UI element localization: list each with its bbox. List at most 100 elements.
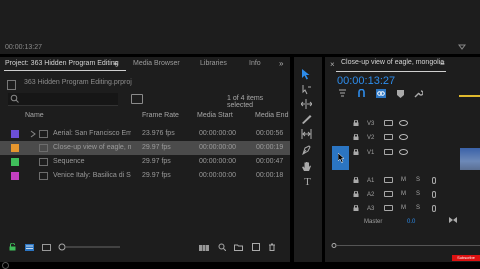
frame-rate: 29.97 fps	[142, 158, 171, 165]
master-label: Master	[364, 219, 383, 225]
solo-button[interactable]: S	[416, 205, 420, 211]
item-name: Close-up view of eagle, mo	[53, 144, 131, 151]
add-marker-icon[interactable]	[397, 90, 404, 98]
label-color-swatch[interactable]	[11, 130, 19, 138]
column-header-media-start[interactable]: Media Start	[197, 112, 233, 119]
search-input[interactable]	[8, 93, 118, 106]
media-end: 00:00:47	[256, 158, 284, 165]
eye-icon[interactable]	[399, 134, 408, 140]
column-header-frame-rate[interactable]: Frame Rate	[142, 112, 179, 119]
panel-menu-icon[interactable]: ≡	[440, 59, 445, 68]
new-bin-button[interactable]	[234, 244, 243, 251]
lock-icon[interactable]	[9, 243, 16, 251]
trash-icon[interactable]	[268, 243, 276, 251]
lock-icon[interactable]	[353, 120, 359, 126]
table-row[interactable]: Aerial: San Francisco Embar 23.976 fps 00:…	[0, 127, 290, 141]
solo-button[interactable]: S	[416, 191, 420, 197]
program-monitor-timecode[interactable]: 00:00:13:27	[5, 44, 42, 51]
ripple-edit-tool-icon[interactable]	[301, 99, 312, 109]
lock-icon[interactable]	[353, 149, 359, 155]
selection-tool-icon[interactable]	[301, 69, 311, 80]
tab-project[interactable]: Project: 363 Hidden Program Editing	[5, 57, 119, 71]
subscribe-badge[interactable]: Subscribe	[452, 255, 480, 261]
tab-sequence[interactable]: Close-up view of eagle, mongolia	[341, 59, 444, 66]
slip-tool-icon[interactable]	[301, 129, 312, 139]
wrench-icon[interactable]	[414, 89, 423, 98]
label-color-swatch[interactable]	[11, 144, 19, 152]
close-icon[interactable]: ×	[330, 60, 335, 69]
razor-tool-icon[interactable]	[301, 114, 312, 124]
panel-menu-icon[interactable]: ≡	[113, 57, 118, 71]
sync-lock-icon[interactable]	[384, 134, 393, 140]
zoom-slider[interactable]	[58, 243, 120, 251]
sync-lock-icon[interactable]	[384, 149, 393, 155]
media-start: 00:00:00:00	[199, 158, 236, 165]
sync-lock-icon[interactable]	[384, 191, 393, 197]
new-item-icon[interactable]	[252, 243, 260, 251]
track-label-a1: A1	[367, 178, 375, 184]
media-start: 00:00:00:00	[199, 130, 236, 137]
column-header-media-end[interactable]: Media End	[255, 112, 288, 119]
more-tabs-icon[interactable]: »	[279, 57, 283, 71]
microphone-icon[interactable]	[432, 205, 436, 212]
media-start: 00:00:00:00	[199, 172, 236, 179]
lock-icon[interactable]	[353, 191, 359, 197]
cursor-icon	[338, 153, 345, 163]
clip-icon	[39, 130, 48, 138]
label-color-swatch[interactable]	[11, 158, 19, 166]
table-row[interactable]: Close-up view of eagle, mo 29.97 fps 00:00…	[0, 141, 290, 155]
lock-icon[interactable]	[353, 134, 359, 140]
master-volume-value[interactable]: 0.0	[407, 219, 415, 225]
hand-tool-icon[interactable]	[301, 161, 312, 172]
mute-button[interactable]: M	[401, 177, 406, 183]
microphone-icon[interactable]	[432, 191, 436, 198]
go-to-in-out-icon[interactable]	[449, 217, 457, 223]
timeline-timecode[interactable]: 00:00:13:27	[337, 75, 395, 87]
sync-lock-icon[interactable]	[384, 120, 393, 126]
media-end: 00:00:18	[256, 172, 284, 179]
frame-rate: 29.97 fps	[142, 172, 171, 179]
label-color-swatch[interactable]	[11, 172, 19, 180]
new-bin-icon[interactable]	[131, 94, 143, 104]
microphone-icon[interactable]	[432, 177, 436, 184]
expand-icon[interactable]	[30, 130, 36, 138]
linked-selection-icon[interactable]	[376, 89, 386, 98]
snap-icon[interactable]	[357, 89, 366, 98]
lock-icon[interactable]	[353, 177, 359, 183]
sync-lock-icon[interactable]	[384, 205, 393, 211]
mute-button[interactable]: M	[401, 205, 406, 211]
project-file-name: 363 Hidden Program Editing.prproj	[24, 79, 132, 86]
tab-info[interactable]: Info	[249, 57, 261, 71]
icon-view-icon[interactable]	[42, 244, 51, 251]
track-label-a2: A2	[367, 192, 375, 198]
tab-media-browser[interactable]: Media Browser	[133, 57, 180, 71]
video-clip-thumbnail[interactable]	[460, 148, 480, 170]
column-header-name[interactable]: Name	[25, 112, 44, 119]
track-label-v3: V3	[367, 121, 375, 127]
clip-icon	[39, 158, 48, 166]
media-end: 00:00:56	[256, 130, 284, 137]
pen-tool-icon[interactable]	[301, 145, 312, 155]
find-icon[interactable]	[218, 243, 226, 251]
lock-icon[interactable]	[353, 205, 359, 211]
frame-rate: 29.97 fps	[142, 144, 171, 151]
eye-icon[interactable]	[399, 120, 408, 126]
work-area-bar[interactable]	[459, 95, 480, 97]
mute-button[interactable]: M	[401, 191, 406, 197]
type-tool-icon[interactable]: T	[302, 177, 313, 188]
automate-to-sequence-icon[interactable]	[199, 244, 209, 251]
table-row[interactable]: Venice Italy: Basilica di San 29.97 fps 00…	[0, 169, 290, 183]
list-view-icon[interactable]	[25, 244, 34, 251]
active-tab-underline	[4, 70, 126, 71]
table-row[interactable]: Sequence 29.97 fps 00:00:00:00 00:00:47	[0, 155, 290, 169]
eye-icon[interactable]	[399, 149, 408, 155]
settings-icon[interactable]	[458, 44, 466, 50]
solo-button[interactable]: S	[416, 177, 420, 183]
track-label-v1: V1	[367, 150, 375, 156]
track-select-tool-icon[interactable]	[301, 85, 312, 95]
nest-toggle-icon[interactable]	[338, 89, 347, 98]
sync-lock-icon[interactable]	[384, 177, 393, 183]
track-label-a3: A3	[367, 206, 375, 212]
media-end: 00:00:19	[256, 144, 284, 151]
tab-libraries[interactable]: Libraries	[200, 57, 227, 71]
